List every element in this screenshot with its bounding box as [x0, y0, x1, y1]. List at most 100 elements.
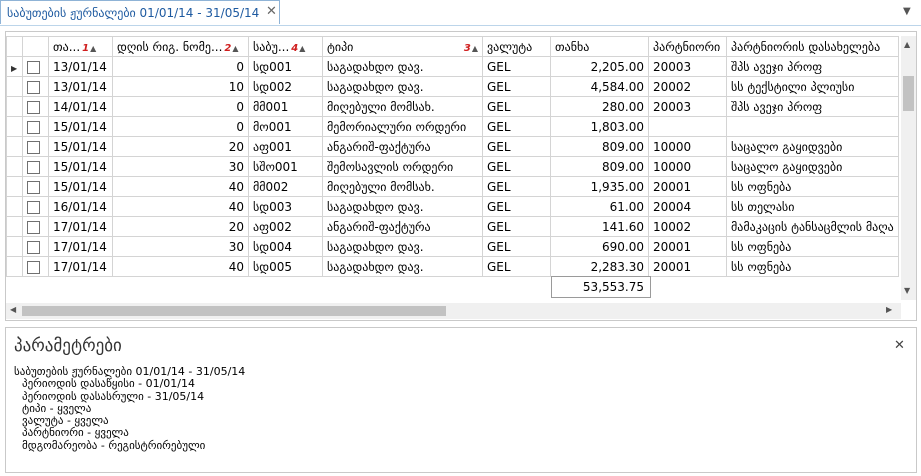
- row-checkbox[interactable]: [27, 140, 40, 154]
- cell-partner-name[interactable]: შპს ავეჯი პროფ: [726, 56, 899, 77]
- cell-day-number[interactable]: 40: [112, 256, 249, 277]
- cell-partner-name[interactable]: საცალო გაყიდვები: [726, 136, 899, 157]
- cell-partner-name[interactable]: შპს ავეჯი პროფ: [726, 96, 899, 117]
- cell-document[interactable]: აფ002: [248, 216, 323, 237]
- close-icon[interactable]: ✕: [266, 4, 277, 19]
- cell-amount[interactable]: 1,803.00: [550, 116, 649, 137]
- cell-date[interactable]: 14/01/14: [48, 96, 113, 117]
- cell-currency[interactable]: GEL: [482, 236, 551, 257]
- table-row[interactable]: 14/01/14 0 მმ001 მიღებული მომსახ. GEL 280.00 2…: [6, 96, 899, 117]
- cell-type[interactable]: საგადახდო დავ.: [322, 76, 483, 97]
- cell-partner-name[interactable]: საცალო გაყიდვები: [726, 156, 899, 177]
- row-checkbox[interactable]: [27, 160, 40, 174]
- column-header-type[interactable]: ტიპი 3▲: [322, 36, 483, 57]
- cell-currency[interactable]: GEL: [482, 136, 551, 157]
- cell-partner-name[interactable]: სს ოფნება: [726, 236, 899, 257]
- horizontal-scrollbar[interactable]: ◀ ▶: [6, 303, 901, 319]
- table-row[interactable]: 15/01/14 40 მმ002 მიღებული მომსახ. GEL 1,935.…: [6, 176, 899, 197]
- cell-day-number[interactable]: 0: [112, 96, 249, 117]
- cell-amount[interactable]: 809.00: [550, 136, 649, 157]
- cell-document[interactable]: მო001: [248, 116, 323, 137]
- cell-date[interactable]: 17/01/14: [48, 236, 113, 257]
- cell-day-number[interactable]: 20: [112, 216, 249, 237]
- table-row[interactable]: 15/01/14 20 აფ001 ანგარიშ-ფაქტურა GEL 809.00 1…: [6, 136, 899, 157]
- cell-amount[interactable]: 690.00: [550, 236, 649, 257]
- table-row[interactable]: 17/01/14 40 სდ005 საგადახდო დავ. GEL 2,283.30…: [6, 256, 899, 277]
- cell-partner[interactable]: 20002: [648, 76, 727, 97]
- cell-type[interactable]: ანგარიშ-ფაქტურა: [322, 216, 483, 237]
- close-icon[interactable]: ✕: [894, 338, 905, 353]
- cell-type[interactable]: ანგარიშ-ფაქტურა: [322, 136, 483, 157]
- row-checkbox[interactable]: [27, 60, 40, 74]
- cell-amount[interactable]: 61.00: [550, 196, 649, 217]
- table-row[interactable]: 15/01/14 30 სშო001 შემოსავლის ორდერი GEL 809.…: [6, 156, 899, 177]
- cell-date[interactable]: 17/01/14: [48, 216, 113, 237]
- cell-date[interactable]: 16/01/14: [48, 196, 113, 217]
- cell-date[interactable]: 13/01/14: [48, 76, 113, 97]
- vertical-scroll-thumb[interactable]: [903, 76, 914, 111]
- cell-document[interactable]: სდ002: [248, 76, 323, 97]
- row-checkbox[interactable]: [27, 120, 40, 134]
- cell-day-number[interactable]: 10: [112, 76, 249, 97]
- cell-document[interactable]: მმ001: [248, 96, 323, 117]
- tab-list-chevron-down-icon[interactable]: ▼: [903, 6, 911, 17]
- cell-partner[interactable]: [648, 116, 727, 137]
- cell-partner-name[interactable]: მამაკაცის ტანსაცმლის მაღა: [726, 216, 899, 237]
- cell-day-number[interactable]: 30: [112, 236, 249, 257]
- table-row[interactable]: 13/01/14 10 სდ002 საგადახდო დავ. GEL 4,584.00…: [6, 76, 899, 97]
- cell-currency[interactable]: GEL: [482, 256, 551, 277]
- column-header-partner-name[interactable]: პარტნიორის დასახელება: [726, 36, 899, 57]
- column-header-currency[interactable]: ვალუტა: [482, 36, 551, 57]
- tab-document-journals[interactable]: საბუთების ჟურნალები 01/01/14 - 31/05/14 …: [0, 0, 280, 24]
- cell-partner-name[interactable]: [726, 116, 899, 137]
- cell-currency[interactable]: GEL: [482, 116, 551, 137]
- table-row[interactable]: 15/01/14 0 მო001 მემორიალური ორდერი GEL 1,803…: [6, 116, 899, 137]
- table-row[interactable]: 17/01/14 20 აფ002 ანგარიშ-ფაქტურა GEL 141.60 1…: [6, 216, 899, 237]
- cell-partner[interactable]: 10000: [648, 156, 727, 177]
- cell-amount[interactable]: 809.00: [550, 156, 649, 177]
- cell-document[interactable]: სდ003: [248, 196, 323, 217]
- cell-partner-name[interactable]: სს ტექსტილი პლიუსი: [726, 76, 899, 97]
- row-checkbox[interactable]: [27, 80, 40, 94]
- cell-amount[interactable]: 2,283.30: [550, 256, 649, 277]
- column-header-amount[interactable]: თანხა: [550, 36, 649, 57]
- cell-day-number[interactable]: 30: [112, 156, 249, 177]
- horizontal-scroll-thumb[interactable]: [22, 306, 446, 316]
- cell-partner[interactable]: 20001: [648, 256, 727, 277]
- table-row[interactable]: 16/01/14 40 სდ003 საგადახდო დავ. GEL 61.00 200…: [6, 196, 899, 217]
- cell-day-number[interactable]: 20: [112, 136, 249, 157]
- cell-partner[interactable]: 20001: [648, 176, 727, 197]
- scroll-down-icon[interactable]: ▼: [904, 286, 910, 295]
- cell-currency[interactable]: GEL: [482, 96, 551, 117]
- cell-document[interactable]: სდ004: [248, 236, 323, 257]
- cell-day-number[interactable]: 0: [112, 116, 249, 137]
- scroll-right-icon[interactable]: ▶: [886, 305, 892, 314]
- row-checkbox[interactable]: [27, 260, 40, 274]
- cell-currency[interactable]: GEL: [482, 196, 551, 217]
- cell-document[interactable]: მმ002: [248, 176, 323, 197]
- cell-amount[interactable]: 2,205.00: [550, 56, 649, 77]
- cell-document[interactable]: აფ001: [248, 136, 323, 157]
- table-row[interactable]: ▶ 13/01/14 0 სდ001 საგადახდო დავ. GEL 2,205.00…: [6, 56, 899, 77]
- cell-amount[interactable]: 280.00: [550, 96, 649, 117]
- cell-partner[interactable]: 20003: [648, 56, 727, 77]
- cell-document[interactable]: სშო001: [248, 156, 323, 177]
- cell-date[interactable]: 15/01/14: [48, 176, 113, 197]
- cell-date[interactable]: 15/01/14: [48, 116, 113, 137]
- cell-currency[interactable]: GEL: [482, 156, 551, 177]
- row-checkbox[interactable]: [27, 200, 40, 214]
- row-checkbox[interactable]: [27, 240, 40, 254]
- row-checkbox[interactable]: [27, 220, 40, 234]
- cell-date[interactable]: 15/01/14: [48, 136, 113, 157]
- cell-partner[interactable]: 10002: [648, 216, 727, 237]
- column-header-document[interactable]: საბუ... 4▲: [248, 36, 323, 57]
- cell-currency[interactable]: GEL: [482, 56, 551, 77]
- cell-partner[interactable]: 20003: [648, 96, 727, 117]
- vertical-scrollbar[interactable]: ▲ ▼: [901, 36, 916, 300]
- cell-currency[interactable]: GEL: [482, 216, 551, 237]
- column-header-day-number[interactable]: დღის რიგ. ნომე... 2▲: [112, 36, 249, 57]
- cell-type[interactable]: საგადახდო დავ.: [322, 236, 483, 257]
- cell-partner-name[interactable]: სს თელასი: [726, 196, 899, 217]
- cell-currency[interactable]: GEL: [482, 76, 551, 97]
- cell-date[interactable]: 13/01/14: [48, 56, 113, 77]
